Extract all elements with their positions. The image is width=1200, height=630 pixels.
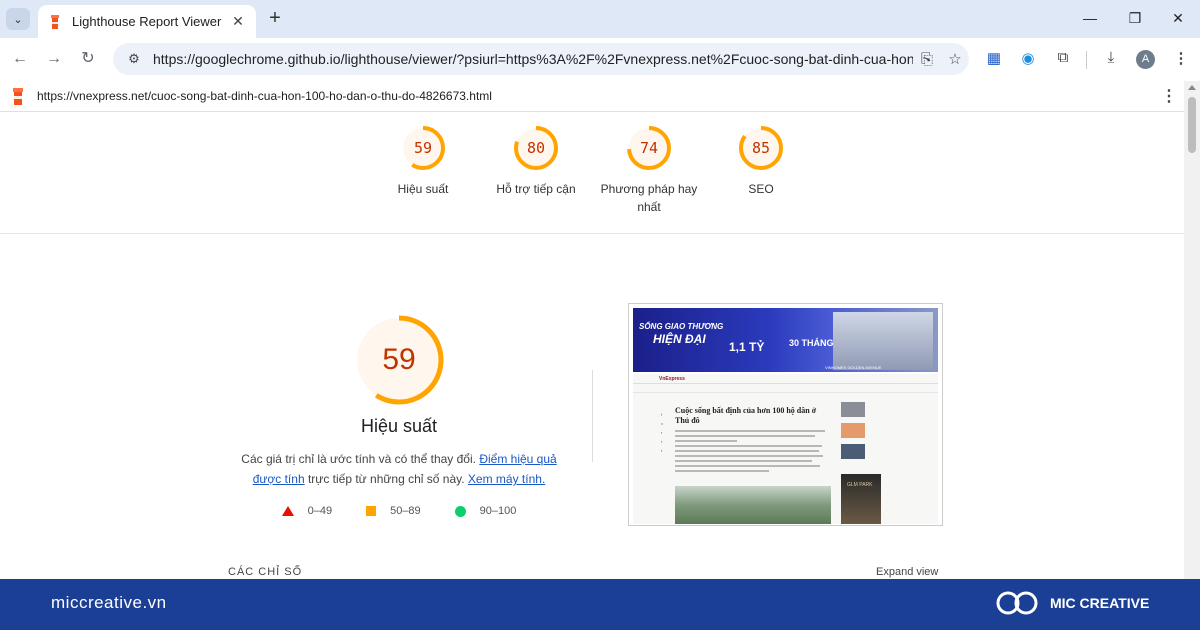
legend-label: 0–49 xyxy=(307,505,333,517)
minimize-icon[interactable]: — xyxy=(1080,10,1100,26)
browser-toolbar: ← → ↻ ⚙ https://googlechrome.github.io/l… xyxy=(0,38,1200,81)
install-app-icon[interactable]: ⎘ xyxy=(913,51,941,68)
site-logo: VnExpress xyxy=(633,374,938,384)
legend-average: 50–89 xyxy=(366,505,421,517)
gauge-performance[interactable]: 59 Hiệu suất xyxy=(368,124,478,198)
gauge-score: 80 xyxy=(526,139,546,157)
article-tools: f x ▪ ▪ ▪ xyxy=(661,412,663,453)
metrics-section-label: CÁC CHỈ SỐ xyxy=(228,566,303,578)
brand-footer: miccreative.vn MIC CREATIVE xyxy=(0,579,1200,630)
tab-lighthouse-viewer[interactable]: Lighthouse Report Viewer ✕ xyxy=(38,5,256,38)
gauge-ring: 59 xyxy=(399,124,447,172)
browser-menu-icon[interactable]: ⋮ xyxy=(1170,49,1192,69)
gauge-score: 59 xyxy=(413,139,433,157)
toolbar-divider xyxy=(1086,51,1087,69)
performance-description: Các giá trị chỉ là ước tính và có thể th… xyxy=(226,449,572,489)
gauge-score: 85 xyxy=(751,139,771,157)
building-image xyxy=(833,312,933,370)
chevron-down-icon: ⌄ xyxy=(13,13,23,26)
legend-pass: 90–100 xyxy=(454,505,517,517)
tab-bar: ⌄ Lighthouse Report Viewer ✕ + — ❐ ✕ xyxy=(0,0,1200,38)
scrollbar-thumb[interactable] xyxy=(1188,97,1196,153)
score-legend: 0–49 50–89 90–100 xyxy=(226,505,572,517)
calculator-link[interactable]: Xem máy tính. xyxy=(468,472,545,486)
article-headline: Cuộc sống bất định của hơn 100 hộ dân ở … xyxy=(675,406,817,425)
report-url[interactable]: https://vnexpress.net/cuoc-song-bat-dinh… xyxy=(37,89,1154,103)
download-icon[interactable]: ⤓ xyxy=(1100,49,1122,69)
scroll-up-icon[interactable] xyxy=(1188,85,1196,90)
banner-text: HIỆN ĐẠI xyxy=(653,332,706,346)
extension-grid-icon[interactable]: ▦ xyxy=(983,49,1005,69)
sidebar-news xyxy=(841,402,905,465)
bookmark-star-icon[interactable]: ☆ xyxy=(941,50,969,68)
desc-middle: trực tiếp từ những chỉ số này. xyxy=(304,472,468,486)
banner-price: 1,1 TỶ xyxy=(729,340,765,354)
footer-brand: MIC CREATIVE xyxy=(994,588,1149,618)
site-info-icon[interactable]: ⚙ xyxy=(121,51,147,67)
new-tab-button[interactable]: + xyxy=(264,8,286,30)
banner-text: SỐNG GIAO THƯƠNG xyxy=(639,322,724,331)
category-gauges: 59 Hiệu suất 80 Hỗ trợ tiếp cận 74 Phươn… xyxy=(0,112,1184,234)
article-photo xyxy=(675,486,831,524)
report-menu-icon[interactable]: ⋮ xyxy=(1154,86,1184,106)
back-icon[interactable]: ← xyxy=(10,49,30,69)
article-text-lines xyxy=(675,430,831,475)
lighthouse-logo-icon xyxy=(13,88,23,105)
lighthouse-favicon-icon xyxy=(51,14,59,29)
screenshot-site: VnExpress f x ▪ ▪ ▪ Cuộc sống bất định của h… xyxy=(633,374,938,524)
lighthouse-topbar: https://vnexpress.net/cuoc-song-bat-dinh… xyxy=(0,81,1184,112)
reload-icon[interactable]: ↻ xyxy=(78,49,98,69)
gauge-ring: 74 xyxy=(625,124,673,172)
performance-score: 59 xyxy=(382,343,416,376)
banner-footer: VINHOMES GOLDEN AVENUE xyxy=(825,365,882,370)
performance-title: Hiệu suất xyxy=(360,416,438,436)
address-bar[interactable]: ⚙ https://googlechrome.github.io/lightho… xyxy=(113,43,969,75)
screenshot-ad-banner: SỐNG GIAO THƯƠNG HIỆN ĐẠI 1,1 TỶ 30 THÁN… xyxy=(633,308,938,372)
gauge-label: Hiệu suất xyxy=(397,182,449,196)
footer-site-name: miccreative.vn xyxy=(51,593,167,612)
legend-label: 90–100 xyxy=(479,505,517,517)
gauge-label: Hỗ trợ tiếp cận xyxy=(496,182,576,196)
tab-title: Lighthouse Report Viewer xyxy=(72,14,222,29)
gauge-label: Phương pháp hay nhất xyxy=(600,182,698,214)
gauge-label: SEO xyxy=(748,182,774,196)
gauge-seo[interactable]: 85 SEO xyxy=(706,124,816,198)
tab-search-button[interactable]: ⌄ xyxy=(6,8,30,30)
window-close-icon[interactable]: ✕ xyxy=(1168,10,1188,27)
forward-icon[interactable]: → xyxy=(44,49,64,69)
gauge-score: 74 xyxy=(639,139,659,157)
banner-term: 30 THÁNG xyxy=(789,338,834,348)
page-scrollbar[interactable] xyxy=(1184,81,1200,579)
legend-fail: 0–49 xyxy=(281,505,333,517)
extensions-puzzle-icon[interactable]: ⧉ xyxy=(1052,49,1074,69)
mic-logo-icon xyxy=(996,591,1038,615)
gauge-ring: 80 xyxy=(512,124,560,172)
square-icon xyxy=(366,506,377,516)
vertical-divider xyxy=(592,370,593,462)
desc-prefix: Các giá trị chỉ là ước tính và có thể th… xyxy=(241,452,480,466)
site-nav xyxy=(633,384,938,393)
circle-icon xyxy=(454,505,466,517)
footer-brand-name: MIC CREATIVE xyxy=(1050,595,1150,611)
legend-label: 50–89 xyxy=(390,505,421,517)
final-screenshot[interactable]: SỐNG GIAO THƯƠNG HIỆN ĐẠI 1,1 TỶ 30 THÁN… xyxy=(628,303,943,526)
gauge-accessibility[interactable]: 80 Hỗ trợ tiếp cận xyxy=(481,124,591,198)
triangle-icon xyxy=(281,506,294,516)
expand-view-toggle[interactable]: Expand view xyxy=(876,566,938,578)
gauge-ring: 85 xyxy=(737,124,785,172)
gauge-best-practices[interactable]: 74 Phương pháp hay nhất xyxy=(594,124,704,216)
performance-gauge: 59 xyxy=(353,314,445,406)
performance-summary: 59 Hiệu suất Các giá trị chỉ là ước tính… xyxy=(226,300,572,517)
sidebar-ad: GLM PARK xyxy=(841,474,881,524)
tab-close-icon[interactable]: ✕ xyxy=(230,13,246,30)
profile-avatar[interactable]: A xyxy=(1136,50,1155,69)
maximize-icon[interactable]: ❐ xyxy=(1125,10,1145,27)
extension-drop-icon[interactable]: ◉ xyxy=(1017,49,1039,69)
address-url[interactable]: https://googlechrome.github.io/lighthous… xyxy=(147,51,913,67)
ad-text: GLM PARK xyxy=(847,482,873,488)
